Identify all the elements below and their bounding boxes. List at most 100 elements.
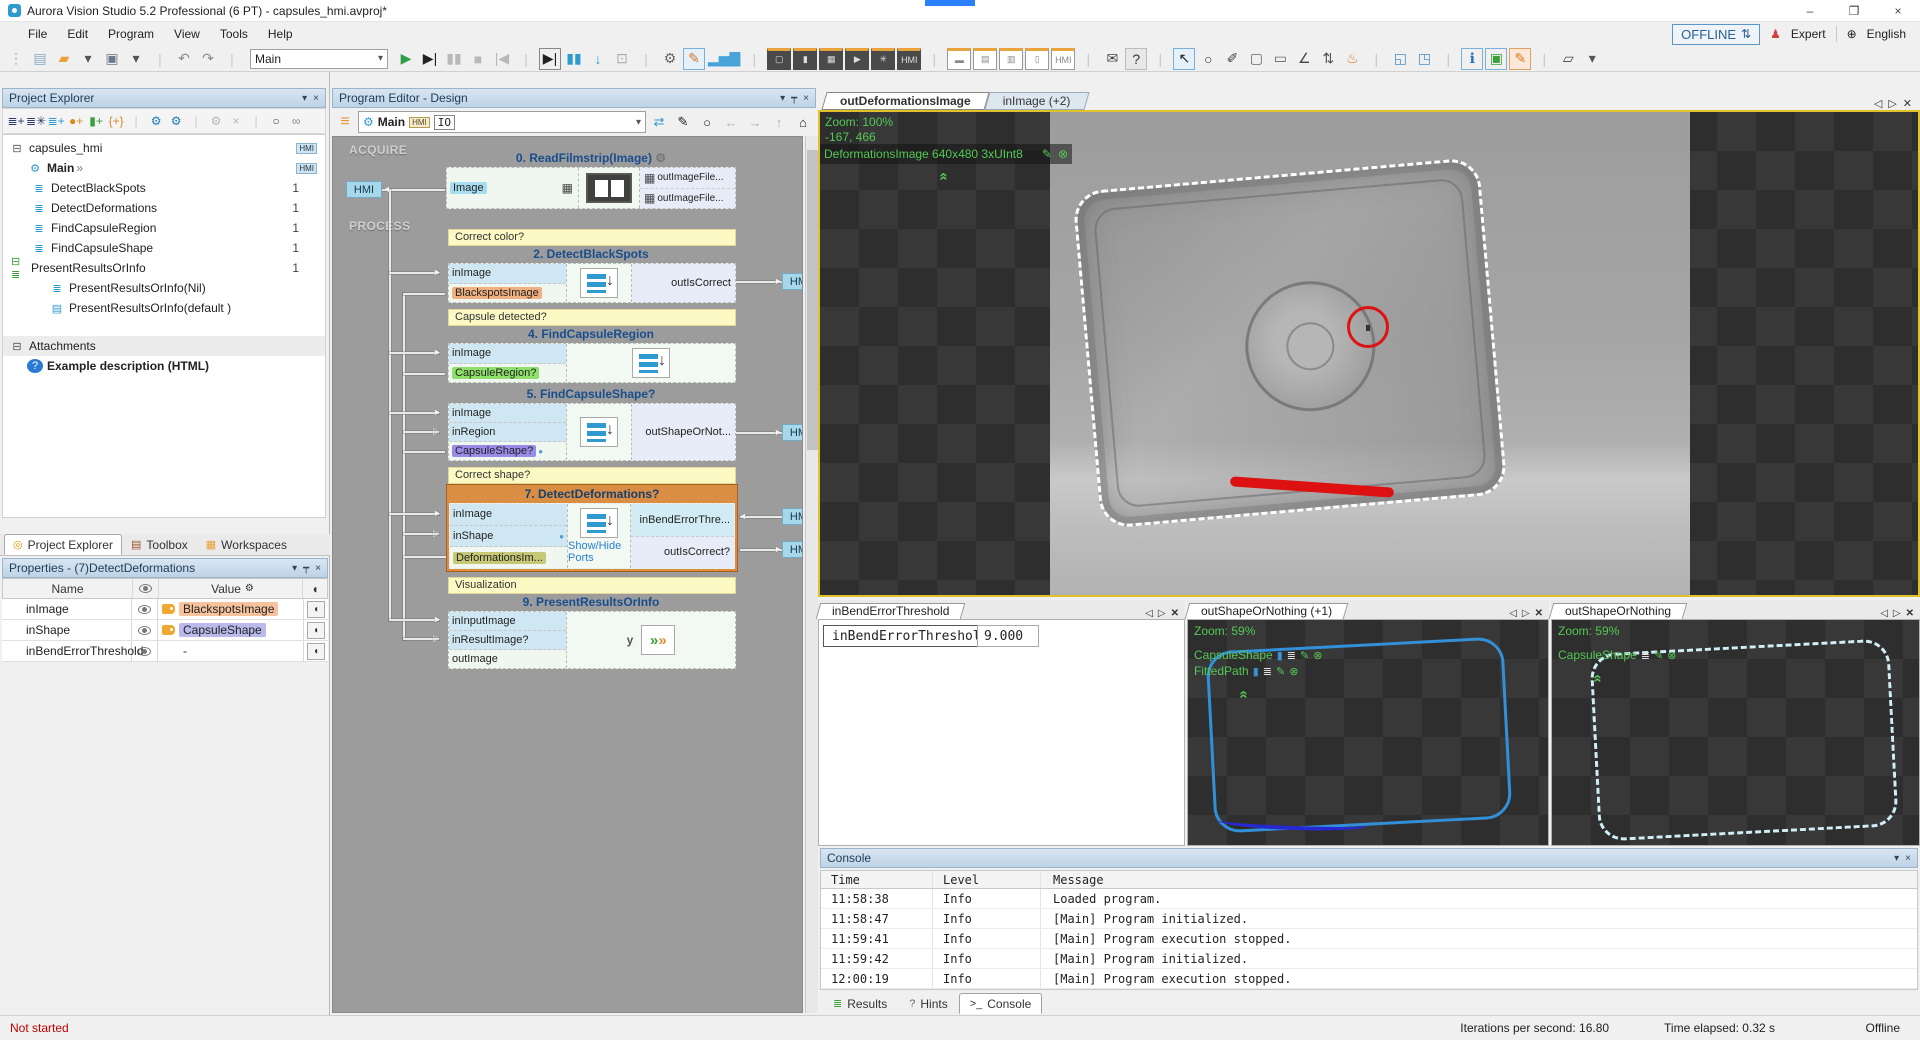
tab-close-icon[interactable]: ✕ bbox=[1535, 608, 1543, 619]
film-window-3-icon[interactable]: ▦ bbox=[819, 48, 843, 70]
tab-scroll-right-icon[interactable]: ▷ bbox=[1893, 608, 1901, 619]
panel-menu-icon[interactable]: ▾ bbox=[292, 563, 297, 574]
send-report-icon[interactable]: ✉ bbox=[1101, 48, 1123, 70]
layout-single-icon[interactable]: ▬ bbox=[947, 48, 971, 70]
hmi-badge-shape[interactable]: HMI bbox=[782, 424, 803, 441]
dock-tab[interactable]: ▤ Toolbox bbox=[122, 534, 197, 555]
tab-scroll-left-icon[interactable]: ◁ bbox=[1509, 608, 1517, 619]
comment-correct-shape[interactable]: Correct shape? bbox=[448, 467, 736, 484]
new-macrofilter-icon[interactable]: ≣+ bbox=[6, 111, 26, 131]
iterate-icon[interactable]: ▶| bbox=[419, 48, 441, 70]
layer-list-icon[interactable]: ≣ bbox=[1287, 649, 1296, 662]
close-button[interactable]: × bbox=[1876, 0, 1920, 21]
panel-menu-icon[interactable]: ▾ bbox=[780, 93, 785, 104]
block-title-detectblackspots[interactable]: 2. DetectBlackSpots bbox=[446, 247, 736, 261]
edit-icon[interactable]: ✎ bbox=[672, 111, 694, 133]
edit-overlay-icon[interactable]: ✎ bbox=[1042, 147, 1052, 161]
block-findcapsuleshape[interactable]: inImage inRegion CapsuleShape?● ↓ outSha… bbox=[448, 403, 736, 461]
Program[interactable]: Program bbox=[98, 24, 164, 44]
fit-axes-icon[interactable]: ⇅ bbox=[1317, 48, 1339, 70]
separator[interactable]: | bbox=[221, 48, 243, 70]
layer-edit-icon[interactable]: ✎ bbox=[1276, 665, 1285, 678]
panel-close-icon[interactable]: × bbox=[313, 93, 319, 104]
add-worker-task-icon[interactable]: ●+ bbox=[66, 111, 86, 131]
console-row[interactable]: 11:59:42 Info [Main] Program initialized… bbox=[821, 949, 1917, 969]
console-row[interactable]: 11:59:41 Info [Main] Program execution s… bbox=[821, 929, 1917, 949]
tab-scroll-left-icon[interactable]: ◁ bbox=[1874, 97, 1882, 110]
visibility-eye-icon[interactable] bbox=[132, 641, 158, 661]
find-macro-icon[interactable]: ○ bbox=[266, 111, 286, 131]
tab-scroll-left-icon[interactable]: ◁ bbox=[1880, 608, 1888, 619]
separator[interactable]: | bbox=[149, 48, 171, 70]
color-picker-icon[interactable]: ✐ bbox=[1221, 48, 1243, 70]
block-title-readfilmstrip[interactable]: 0. ReadFilmstrip(Image) ⚙ bbox=[446, 151, 736, 165]
port-inimage[interactable]: inImage bbox=[449, 344, 566, 364]
collapse-chevron-icon[interactable]: « bbox=[936, 172, 953, 180]
separator[interactable]: | bbox=[126, 111, 146, 131]
layout-columns-icon[interactable]: ▯ bbox=[1025, 48, 1049, 70]
tree-item[interactable]: ⊟ Attachments bbox=[3, 336, 325, 356]
film-window-1-icon[interactable]: ▢ bbox=[767, 48, 791, 70]
dock-tab[interactable]: ▦ Workspaces bbox=[197, 534, 296, 555]
show-hide-ports-link[interactable]: Show/Hide Ports bbox=[568, 540, 630, 564]
port-plug-icon[interactable]: ◖ bbox=[304, 641, 328, 661]
comment-correct-color[interactable]: Correct color? bbox=[448, 229, 736, 246]
separator[interactable]: | bbox=[1077, 48, 1099, 70]
tree-item[interactable]: ≣ DetectBlackSpots 1 bbox=[3, 178, 325, 198]
statistics-icon[interactable]: ▂▅▇ bbox=[707, 48, 741, 70]
layer-list-icon[interactable]: ≣ bbox=[1263, 665, 1272, 678]
undo-icon[interactable]: ↶ bbox=[173, 48, 195, 70]
offline-toggle-button[interactable]: OFFLINE ⇅ bbox=[1672, 24, 1760, 45]
pane-next-icon[interactable]: ◳ bbox=[1413, 48, 1435, 70]
new-project-icon[interactable]: ▤ bbox=[29, 48, 51, 70]
region-dropdown-icon[interactable]: ▾ bbox=[1581, 48, 1603, 70]
port-ininputimage[interactable]: inInputImage bbox=[449, 612, 566, 631]
maximize-button[interactable]: ❐ bbox=[1832, 0, 1876, 21]
layer-edit-icon[interactable]: ✎ bbox=[1654, 649, 1663, 662]
block-title-presentresults[interactable]: 9. PresentResultsOrInfo bbox=[446, 595, 736, 609]
add-formula-icon[interactable]: {+} bbox=[106, 111, 126, 131]
shape-preview-2[interactable]: Zoom: 59% CapsuleShape ≣ ✎ ⊗ « bbox=[1551, 620, 1920, 846]
step-over-icon[interactable]: ▶| bbox=[539, 48, 561, 70]
film-window-5-icon[interactable]: ✳ bbox=[871, 48, 895, 70]
delete-macro-icon[interactable]: × bbox=[226, 111, 246, 131]
attachments-icon[interactable]: ∞ bbox=[286, 111, 306, 131]
collapse-chevron-icon[interactable]: « bbox=[1590, 674, 1607, 682]
tree-item[interactable]: ≣ FindCapsuleShape 1 bbox=[3, 238, 325, 258]
Edit[interactable]: Edit bbox=[57, 24, 98, 44]
chevron-down-icon[interactable]: ▾ bbox=[636, 117, 641, 128]
tree-item[interactable]: ≣ PresentResultsOrInfo(Nil) bbox=[3, 278, 325, 298]
expert-mode-label[interactable]: Expert bbox=[1791, 27, 1826, 41]
hmi-badge-bendthreshold[interactable]: HMI bbox=[782, 508, 803, 525]
region-tool-icon[interactable]: ▱ bbox=[1557, 48, 1579, 70]
layer-list-icon[interactable]: ≣ bbox=[1641, 649, 1650, 662]
extract-macrofilter-icon[interactable]: ⚙ bbox=[146, 111, 166, 131]
separator[interactable]: | bbox=[1365, 48, 1387, 70]
port-inimage[interactable]: inImage bbox=[450, 504, 567, 526]
close-overlay-icon[interactable]: ⊗ bbox=[1058, 147, 1068, 161]
port-outshapeornothing[interactable]: outShapeOrNot... bbox=[632, 404, 735, 460]
Tools[interactable]: Tools bbox=[210, 24, 258, 44]
minimize-button[interactable]: – bbox=[1788, 0, 1832, 21]
image-viewer[interactable]: Zoom: 100% -167, 466 DeformationsImage 6… bbox=[818, 110, 1920, 597]
port-inbenderrorthreshold[interactable]: inBendErrorThre... bbox=[631, 504, 734, 537]
info-pane-icon[interactable]: ℹ bbox=[1461, 48, 1483, 70]
layer-close-icon[interactable]: ⊗ bbox=[1289, 665, 1298, 678]
block-detectblackspots[interactable]: inImage BlackspotsImage ↓ outIsCorrect bbox=[448, 263, 736, 303]
language-selector[interactable]: English bbox=[1867, 27, 1906, 41]
tab-close-icon[interactable]: ✕ bbox=[1903, 97, 1912, 110]
run-icon[interactable]: ▶ bbox=[395, 48, 417, 70]
layer-bar-icon[interactable]: ▮ bbox=[1253, 665, 1259, 678]
separator[interactable]: | bbox=[635, 48, 657, 70]
panel-close-icon[interactable]: × bbox=[315, 563, 321, 574]
separator[interactable]: | bbox=[246, 111, 266, 131]
capture-window-icon[interactable]: ▢ bbox=[1245, 48, 1267, 70]
tab-inbenderrorthreshold[interactable]: inBendErrorThreshold bbox=[818, 603, 963, 619]
profile-icon[interactable]: ▮▮ bbox=[563, 48, 585, 70]
File[interactable]: File bbox=[18, 24, 57, 44]
extract-variant-icon[interactable]: ⚙ bbox=[166, 111, 186, 131]
collapse-chevron-icon[interactable]: « bbox=[1236, 690, 1253, 698]
port-outimagefile[interactable]: outImageFile... bbox=[657, 172, 723, 183]
tab-close-icon[interactable]: ✕ bbox=[1906, 608, 1914, 619]
console-tab[interactable]: ? Hints bbox=[898, 993, 958, 1014]
